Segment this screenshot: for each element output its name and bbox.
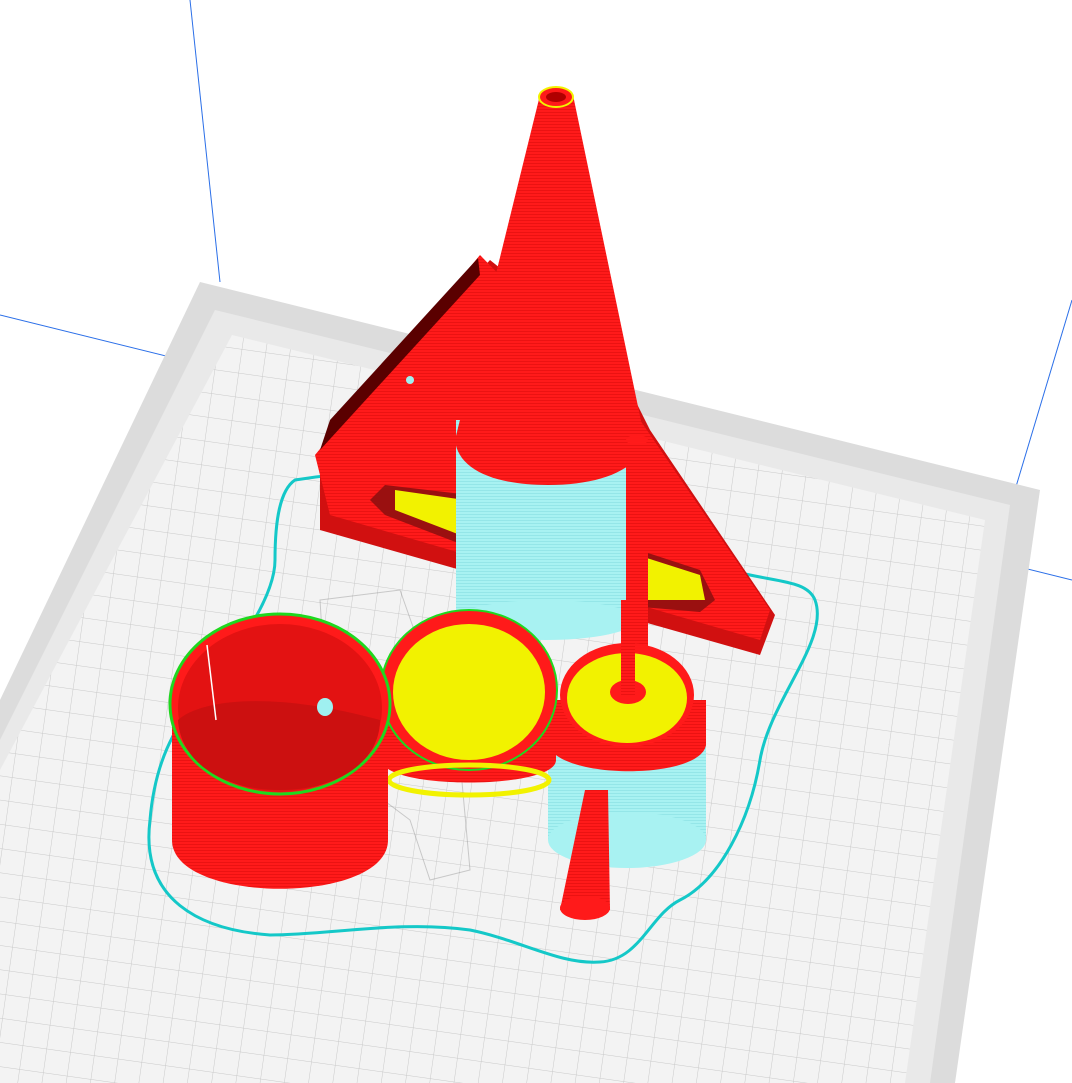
lid-disc [380,609,558,798]
3d-viewport[interactable] [0,0,1072,1083]
scene-canvas[interactable] [0,0,1072,1083]
cylinder-cup [168,612,392,889]
